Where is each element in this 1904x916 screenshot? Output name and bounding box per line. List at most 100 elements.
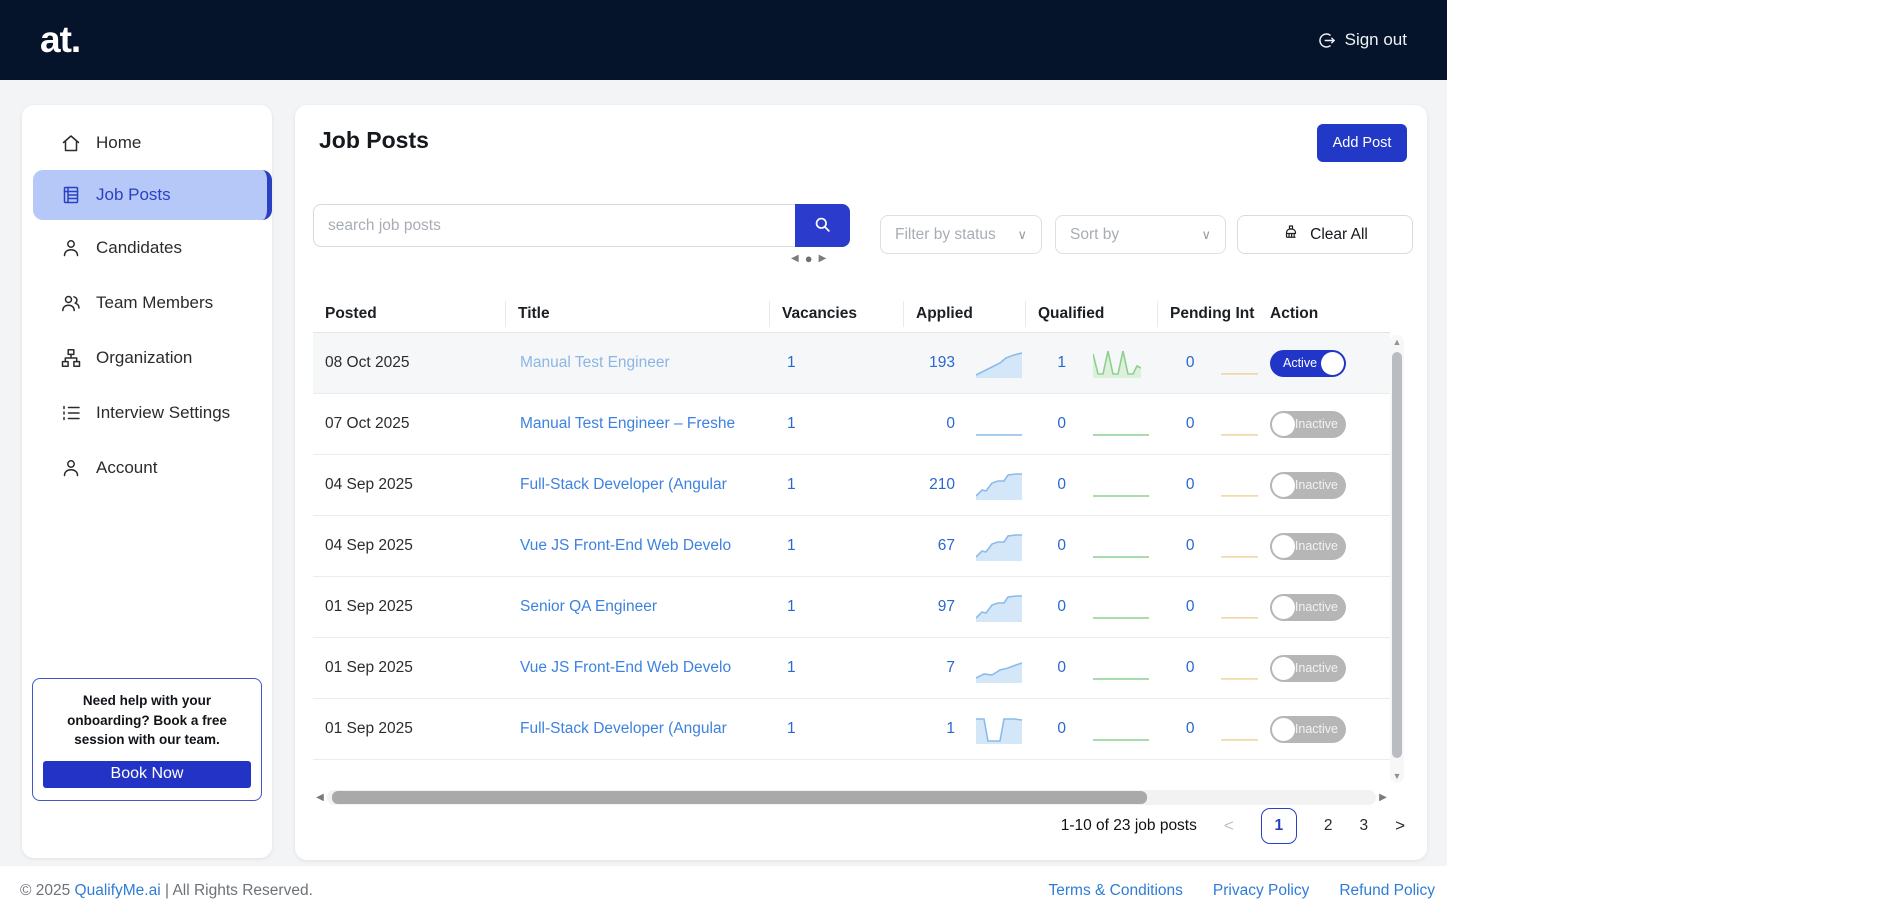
vacancies-value[interactable]: 1 <box>770 720 904 738</box>
posted-date: 01 Sep 2025 <box>325 659 413 676</box>
sign-out-button[interactable]: Sign out <box>1317 30 1407 50</box>
vertical-scrollbar-thumb[interactable] <box>1392 352 1402 758</box>
status-toggle-inactive[interactable]: Inactive <box>1270 593 1346 621</box>
applied-value[interactable]: 7 <box>904 659 955 677</box>
pending-value[interactable]: 0 <box>1158 537 1195 555</box>
qualified-value[interactable]: 0 <box>1026 537 1066 555</box>
sparkline-flat-yellow <box>1220 373 1258 375</box>
applied-value[interactable]: 1 <box>904 720 955 738</box>
posted-date: 04 Sep 2025 <box>325 476 413 493</box>
pending-value[interactable]: 0 <box>1158 354 1195 372</box>
status-toggle-active[interactable]: Active <box>1270 349 1346 377</box>
table-horizontal-scrollbar[interactable]: ◀ ▶ <box>313 789 1390 806</box>
sparkline-flat-yellow <box>1220 495 1258 497</box>
sidebar-item-job-posts[interactable]: Job Posts <box>33 170 272 220</box>
qualified-value[interactable]: 0 <box>1026 720 1066 738</box>
action-cell: Inactive <box>1258 654 1390 682</box>
scroll-down-arrow-icon[interactable]: ▼ <box>1390 771 1404 781</box>
qualified-value[interactable]: 0 <box>1026 415 1066 433</box>
scroll-up-arrow-icon[interactable]: ▲ <box>1390 337 1404 347</box>
table-row: 04 Sep 2025 Vue JS Front-End Web Develo 1 6… <box>313 516 1390 577</box>
sidebar-item-team-members[interactable]: Team Members <box>22 275 272 330</box>
applied-value[interactable]: 210 <box>904 476 955 494</box>
qualified-value[interactable]: 0 <box>1026 598 1066 616</box>
pagination-next-button[interactable]: > <box>1395 816 1405 836</box>
status-label: Inactive <box>1294 417 1338 431</box>
job-title-link[interactable]: Senior QA Engineer <box>506 598 770 616</box>
job-posts-icon <box>63 186 79 204</box>
pagination-page-3[interactable]: 3 <box>1359 817 1368 835</box>
status-toggle-inactive[interactable]: Inactive <box>1270 471 1346 499</box>
job-title-link[interactable]: Full-Stack Developer (Angular <box>506 476 770 494</box>
sparkline-flat-yellow <box>1220 678 1258 680</box>
vacancies-value[interactable]: 1 <box>770 659 904 677</box>
pagination-page-2[interactable]: 2 <box>1324 817 1333 835</box>
status-toggle-inactive[interactable]: Inactive <box>1270 410 1346 438</box>
status-toggle-inactive[interactable]: Inactive <box>1270 654 1346 682</box>
vacancies-value[interactable]: 1 <box>770 598 904 616</box>
vacancies-value[interactable]: 1 <box>770 537 904 555</box>
sidebar-item-label: Interview Settings <box>96 402 231 422</box>
search-input[interactable] <box>313 204 850 247</box>
search-button[interactable] <box>795 204 850 247</box>
table-row: 08 Oct 2025 Manual Test Engineer 1 193 1 0 Act… <box>313 333 1390 394</box>
job-posts-table: Posted Title Vacancies Applied Qualified Pend… <box>313 295 1390 760</box>
scroll-right-arrow-icon[interactable]: ▶ <box>1376 792 1390 803</box>
applied-value[interactable]: 0 <box>904 415 955 433</box>
applied-value[interactable]: 193 <box>904 354 955 372</box>
screen: at. Sign out Home Job Posts Candidates Team… <box>0 0 1904 916</box>
sidebar-item-candidates[interactable]: Candidates <box>22 220 272 275</box>
sidebar: Home Job Posts Candidates Team Members Organ… <box>22 105 272 858</box>
pending-value[interactable]: 0 <box>1158 659 1195 677</box>
sidebar-item-label: Team Members <box>96 292 214 312</box>
sparkline-flat-green <box>1093 617 1149 619</box>
sidebar-nav: Home Job Posts Candidates Team Members Organ… <box>22 115 272 495</box>
action-cell: Inactive <box>1258 471 1390 499</box>
sidebar-item-interview-settings[interactable]: Interview Settings <box>22 385 272 440</box>
applied-value[interactable]: 97 <box>904 598 955 616</box>
sidebar-item-home[interactable]: Home <box>22 115 272 170</box>
pending-value[interactable]: 0 <box>1158 476 1195 494</box>
footer-link-refund-policy[interactable]: Refund Policy <box>1339 882 1435 900</box>
job-title-link[interactable]: Vue JS Front-End Web Develo <box>506 537 770 555</box>
status-toggle-inactive[interactable]: Inactive <box>1270 715 1346 743</box>
vacancies-value[interactable]: 1 <box>770 354 904 372</box>
sort-by-dropdown[interactable]: Sort by ∨ <box>1055 215 1226 254</box>
applied-cell: 7 <box>904 653 1026 683</box>
applied-value[interactable]: 67 <box>904 537 955 555</box>
sidebar-item-account[interactable]: Account <box>22 440 272 495</box>
footer-link-privacy-policy[interactable]: Privacy Policy <box>1213 882 1309 900</box>
brand-logo: at. <box>40 19 81 60</box>
filter-by-status-dropdown[interactable]: Filter by status ∨ <box>880 215 1042 254</box>
book-now-button[interactable]: Book Now <box>43 760 251 788</box>
qualified-cell: 0 <box>1026 470 1158 500</box>
qualified-value[interactable]: 0 <box>1026 659 1066 677</box>
job-title-link[interactable]: Manual Test Engineer – Freshe <box>506 415 770 433</box>
interview-settings-icon <box>63 405 80 420</box>
horizontal-scrollbar-track[interactable] <box>327 790 1376 805</box>
sidebar-item-organization[interactable]: Organization <box>22 330 272 385</box>
brand-link[interactable]: QualifyMe.ai <box>75 882 161 899</box>
qualified-value[interactable]: 0 <box>1026 476 1066 494</box>
job-title-link[interactable]: Full-Stack Developer (Angular <box>506 720 770 738</box>
clear-all-button[interactable]: Clear All <box>1237 215 1413 254</box>
scroll-left-arrow-icon[interactable]: ◀ <box>313 792 327 803</box>
column-header-title: Title <box>506 300 770 327</box>
table-vertical-scrollbar[interactable]: ▲ ▼ <box>1390 335 1404 783</box>
vacancies-value[interactable]: 1 <box>770 415 904 433</box>
pagination-page-1[interactable]: 1 <box>1260 808 1297 844</box>
pending-value[interactable]: 0 <box>1158 415 1195 433</box>
pagination: 1-10 of 23 job posts < 1 2 3 > <box>1061 808 1405 844</box>
pagination-prev-button[interactable]: < <box>1224 816 1234 836</box>
qualified-value[interactable]: 1 <box>1026 354 1066 372</box>
footer-link-terms-conditions[interactable]: Terms & Conditions <box>1049 882 1183 900</box>
vacancies-value[interactable]: 1 <box>770 476 904 494</box>
pending-value[interactable]: 0 <box>1158 720 1195 738</box>
horizontal-scrollbar-thumb[interactable] <box>332 791 1147 804</box>
job-title-link[interactable]: Manual Test Engineer <box>506 354 770 372</box>
pagination-summary: 1-10 of 23 job posts <box>1060 817 1197 834</box>
add-post-button[interactable]: Add Post <box>1317 124 1407 162</box>
status-toggle-inactive[interactable]: Inactive <box>1270 532 1346 560</box>
pending-value[interactable]: 0 <box>1158 598 1195 616</box>
job-title-link[interactable]: Vue JS Front-End Web Develo <box>506 659 770 677</box>
